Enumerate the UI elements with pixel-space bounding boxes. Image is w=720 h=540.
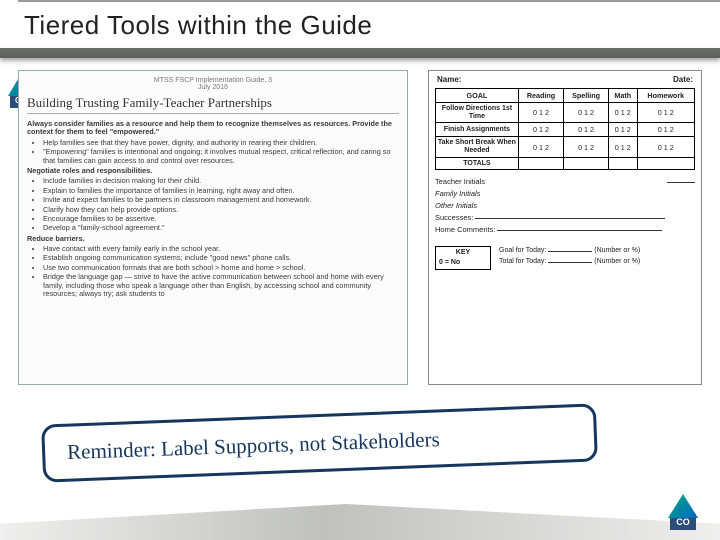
doc-sec3-list: Have contact with every family early in … (43, 245, 399, 298)
table-row: Take Short Break When Needed 0 1 2 0 1 2… (436, 137, 695, 157)
form-header-row: Name: Date: (435, 75, 695, 84)
callout: Reminder: Label Supports, not Stakeholde… (42, 414, 597, 472)
cell-empty (608, 157, 637, 170)
title-underline (0, 48, 720, 58)
doc-section-2: Negotiate roles and responsibilities. (27, 167, 399, 175)
doc-header-line1: MTSS FSCP Implementation Guide, 3 (27, 77, 399, 84)
cell: 0 1 2 (637, 103, 694, 123)
bullet: Include families in decision making for … (43, 177, 399, 185)
cde-logo-corner: CO (660, 494, 706, 534)
table-row-totals: TOTALS (436, 157, 695, 170)
form-footer: KEY 0 = No Goal for Today: (Number or %)… (435, 246, 695, 269)
blank-line (475, 218, 665, 219)
col-math: Math (608, 89, 637, 103)
col-reading: Reading (518, 89, 563, 103)
other-initials-label: Other Initials (435, 201, 477, 210)
doc-lead: Always consider families as a resource a… (27, 120, 399, 137)
goal-1: Follow Directions 1st Time (436, 103, 519, 123)
signature-line (667, 182, 695, 183)
cell-empty (637, 157, 694, 170)
col-goal: GOAL (436, 89, 519, 103)
bullet: Use two communication formats that are b… (43, 264, 399, 272)
home-comments-label: Home Comments: (435, 225, 495, 234)
goal-today-label: Goal for Today: (499, 247, 546, 254)
cell: 0 1 2 (637, 137, 694, 157)
goal-3: Take Short Break When Needed (436, 137, 519, 157)
bullet: Help families see that they have power, … (43, 139, 399, 147)
key-box: KEY 0 = No (435, 246, 491, 269)
bullet: "Empowering" families is intentional and… (43, 148, 399, 165)
signature-block: Teacher Initials Family Initials Other I… (435, 176, 695, 236)
cell: 0 1 2 (564, 123, 609, 137)
table-row: Finish Assignments 0 1 2 0 1 2 0 1 2 0 1… (436, 123, 695, 137)
bullet: Explain to families the importance of fa… (43, 187, 399, 195)
doc-lead-list: Help families see that they have power, … (43, 139, 399, 165)
bullet: Have contact with every family early in … (43, 245, 399, 253)
blank-line (548, 251, 592, 252)
bullet: Encourage families to be assertive. (43, 215, 399, 223)
cell: 0 1 2 (608, 103, 637, 123)
key-zero: 0 = No (439, 259, 487, 267)
callout-bubble: Reminder: Label Supports, not Stakeholde… (41, 403, 598, 482)
table-header-row: GOAL Reading Spelling Math Homework (436, 89, 695, 103)
cell: 0 1 2 (564, 137, 609, 157)
content-area: MTSS FSCP Implementation Guide, 3 July 2… (18, 70, 702, 390)
cell-empty (518, 157, 563, 170)
doc-section-3: Reduce barriers. (27, 235, 399, 243)
triangle-icon (668, 494, 698, 518)
bullet: Invite and expect families to be partner… (43, 196, 399, 204)
doc-header-line2: July 2016 (27, 84, 399, 91)
blank-line (548, 262, 592, 263)
cell: 0 1 2 (518, 123, 563, 137)
number-pct: (Number or %) (594, 247, 640, 254)
cell-empty (564, 157, 609, 170)
top-rule (18, 0, 720, 2)
bullet: Establish ongoing communication systems;… (43, 254, 399, 262)
goal-2: Finish Assignments (436, 123, 519, 137)
number-pct: (Number or %) (594, 258, 640, 265)
cell: 0 1 2 (518, 137, 563, 157)
key-title: KEY (439, 249, 487, 257)
doc-sec2-list: Include families in decision making for … (43, 177, 399, 232)
bullet: Develop a "family-school agreement." (43, 224, 399, 232)
goals-today-block: Goal for Today: (Number or %) Total for … (499, 246, 695, 269)
table-row: Follow Directions 1st Time 0 1 2 0 1 2 0… (436, 103, 695, 123)
slide: Tiered Tools within the Guide CO MTSS FS… (0, 0, 720, 540)
successes-label: Successes: (435, 213, 473, 222)
totals-label: TOTALS (436, 157, 519, 170)
bullet: Bridge the language gap — strive to have… (43, 273, 399, 298)
total-today-label: Total for Today: (499, 258, 546, 265)
name-label: Name: (437, 75, 461, 84)
blank-line (497, 230, 662, 231)
family-initials-label: Family Initials (435, 189, 480, 198)
cell: 0 1 2 (608, 137, 637, 157)
col-homework: Homework (637, 89, 694, 103)
goal-form: Name: Date: GOAL Reading Spelling Math H… (428, 70, 702, 385)
doc-title: Building Trusting Family-Teacher Partner… (27, 95, 399, 114)
bullet: Clarify how they can help provide option… (43, 206, 399, 214)
goals-table: GOAL Reading Spelling Math Homework Foll… (435, 88, 695, 170)
teacher-initials-label: Teacher Initials (435, 177, 485, 186)
footer-accent (0, 504, 720, 540)
cell: 0 1 2 (608, 123, 637, 137)
guide-document: MTSS FSCP Implementation Guide, 3 July 2… (18, 70, 408, 385)
date-label: Date: (673, 75, 693, 84)
col-spelling: Spelling (564, 89, 609, 103)
cell: 0 1 2 (564, 103, 609, 123)
cell: 0 1 2 (518, 103, 563, 123)
callout-text: Reminder: Label Supports, not Stakeholde… (67, 427, 440, 465)
cell: 0 1 2 (637, 123, 694, 137)
page-title: Tiered Tools within the Guide (24, 10, 372, 41)
